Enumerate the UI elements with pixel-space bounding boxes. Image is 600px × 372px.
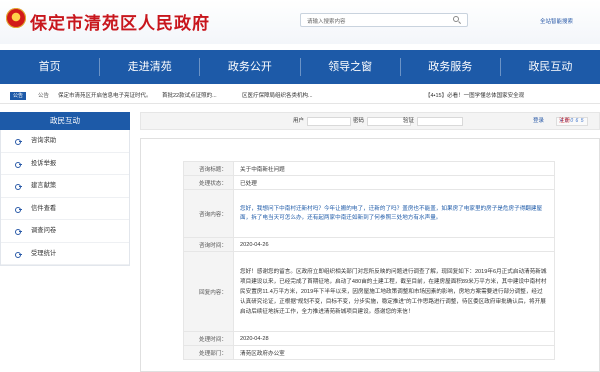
sidebar-item-label: 建言献策 [31, 182, 57, 189]
sidebar: 政民互动 咨询求助 投诉举报 建言献策 信件查看 调查问卷 受理统计 [0, 112, 130, 372]
sidebar-item-consult[interactable]: 咨询求助 [1, 130, 129, 153]
row-key: 咨询标题： [183, 161, 234, 176]
row-value: 2020-04-28 [233, 331, 555, 346]
site-header: 保定市清苑区人民政府 请输入搜索内容 全站智能搜索 [0, 0, 600, 44]
row-key: 回复内容： [183, 251, 234, 332]
row-value: 关于中南新社问题 [233, 161, 555, 176]
username-label: 用户 [293, 118, 305, 124]
main-nav: 首页 走进清苑 政务公开 领导之窗 政务服务 政民互动 [0, 50, 600, 84]
login-button[interactable]: 登录 [533, 113, 544, 129]
row-value: 2020-04-26 [233, 237, 555, 252]
sidebar-item-complaint[interactable]: 投诉举报 [1, 153, 129, 175]
key-icon [15, 228, 22, 235]
sidebar-item-statistics[interactable]: 受理统计 [1, 243, 129, 265]
table-row: 咨询标题： 关于中南新社问题 [183, 161, 555, 176]
table-row: 处理时间： 2020-04-28 [183, 331, 555, 346]
advanced-search-link[interactable]: 全站智能搜索 [540, 17, 573, 25]
username-field[interactable] [307, 117, 351, 126]
sidebar-item-label: 调查问卷 [31, 227, 57, 234]
row-key: 咨询内容： [183, 189, 234, 238]
row-key: 处理部门： [183, 345, 234, 360]
captcha-field[interactable] [417, 117, 463, 126]
key-icon [15, 138, 22, 145]
sidebar-item-label: 投诉举报 [31, 159, 57, 167]
ticker-item[interactable]: 保定市清苑区开启信息电子亮证时代。 [58, 88, 152, 103]
sidebar-title: 政民互动 [0, 112, 130, 130]
ticker-item[interactable]: 【4•15】必看！一图学懂总体国家安全观 [425, 88, 524, 103]
announcement-badge: 公告 [10, 92, 26, 100]
row-key: 处理状态： [183, 175, 234, 190]
national-emblem-icon [6, 8, 26, 28]
row-key: 咨询时间： [183, 237, 234, 252]
sidebar-item-letters[interactable]: 信件查看 [1, 198, 129, 220]
table-row: 回复内容： 您好！感谢您的留言。区政府立即组织相关部门对您所反映的问题进行调查了… [183, 251, 555, 332]
sidebar-item-survey[interactable]: 调查问卷 [1, 220, 129, 243]
site-title[interactable]: 保定市清苑区人民政府 [30, 9, 210, 34]
ticker-label: 公告 [38, 93, 50, 99]
sidebar-item-label: 信件查看 [31, 204, 57, 212]
row-value: 已处理 [233, 175, 555, 190]
table-row: 处理部门： 清苑区政府办公室 [183, 345, 555, 360]
key-icon [15, 206, 22, 213]
key-icon [15, 183, 22, 190]
table-row: 咨询时间： 2020-04-26 [183, 237, 555, 252]
login-bar: 用户 密码 验证 4 0 0 6 5 登录 注册 [140, 112, 600, 130]
key-icon [15, 161, 22, 168]
search-icon[interactable] [452, 15, 462, 25]
nav-item-home[interactable]: 首页 [0, 50, 99, 84]
row-key: 处理时间： [183, 331, 234, 346]
announcement-ticker: 公告 公告 保定市清苑区开启信息电子亮证时代。 首批22款试点证照的... 区医… [0, 88, 600, 104]
sidebar-list: 咨询求助 投诉举报 建言献策 信件查看 调查问卷 受理统计 [0, 130, 130, 266]
ticker-item[interactable]: 区医疗保障局组织各类机构... [242, 88, 313, 103]
table-row: 处理状态： 已处理 [183, 175, 555, 190]
key-icon [15, 251, 22, 258]
row-value: 您好，我想问下中南村迁新村吗？今年让搬的电了，迁新的了吗？盖房也不能盖，如果房了… [233, 189, 555, 238]
nav-item-gov-info[interactable]: 政务公开 [200, 50, 299, 84]
register-button[interactable]: 注册 [559, 113, 570, 129]
nav-item-interaction[interactable]: 政民互动 [501, 50, 600, 84]
sidebar-item-suggestion[interactable]: 建言献策 [1, 175, 129, 198]
nav-item-services[interactable]: 政务服务 [401, 50, 500, 84]
row-value: 清苑区政府办公室 [233, 345, 555, 360]
nav-item-about[interactable]: 走进清苑 [100, 50, 199, 84]
detail-table: 咨询标题： 关于中南新社问题 处理状态： 已处理 咨询内容： 您好，我想问下中南… [183, 161, 555, 360]
table-row: 咨询内容： 您好，我想问下中南村迁新村吗？今年让搬的电了，迁新的了吗？盖房也不能… [183, 189, 555, 238]
row-value: 您好！感谢您的留言。区政府立即组织相关部门对您所反映的问题进行调查了解，现回复如… [233, 251, 555, 332]
password-label: 密码 [353, 118, 365, 124]
nav-item-leaders[interactable]: 领导之窗 [301, 50, 400, 84]
sidebar-item-label: 咨询求助 [31, 137, 57, 144]
detail-panel: 咨询标题： 关于中南新社问题 处理状态： 已处理 咨询内容： 您好，我想问下中南… [140, 138, 600, 372]
ticker-item[interactable]: 首批22款试点证照的... [162, 88, 217, 103]
search-input[interactable]: 请输入搜索内容 [300, 13, 468, 27]
captcha-label: 验证 [403, 118, 415, 124]
sidebar-item-label: 受理统计 [31, 249, 57, 257]
